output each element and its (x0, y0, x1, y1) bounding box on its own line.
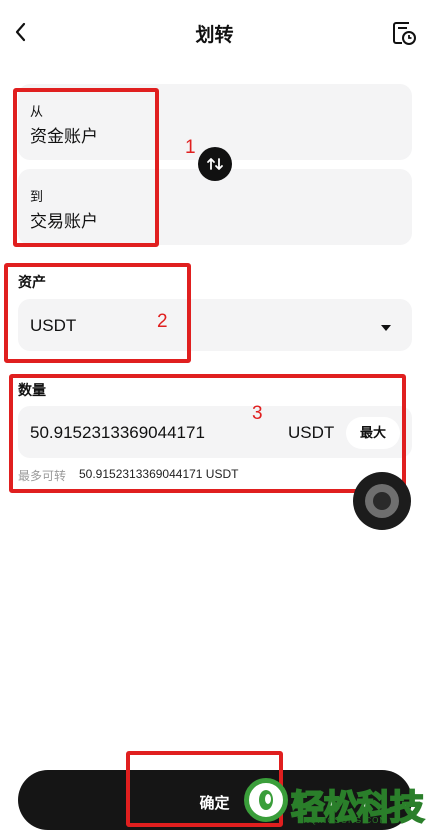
floating-button-core (373, 492, 391, 510)
watermark-subtext: YNQINGSONG.COM (297, 816, 388, 825)
caret-down-icon (380, 320, 392, 331)
history-clock-icon[interactable] (391, 20, 417, 46)
annotation-number-3: 3 (252, 403, 263, 424)
annotation-number-2: 2 (157, 311, 168, 332)
watermark-logo-icon (244, 778, 288, 822)
annotation-box-3 (9, 374, 406, 493)
annotation-number-1: 1 (185, 137, 196, 158)
annotation-box-1 (13, 88, 159, 247)
page-title: 划转 (195, 25, 234, 46)
swap-vertical-icon[interactable] (198, 147, 232, 181)
